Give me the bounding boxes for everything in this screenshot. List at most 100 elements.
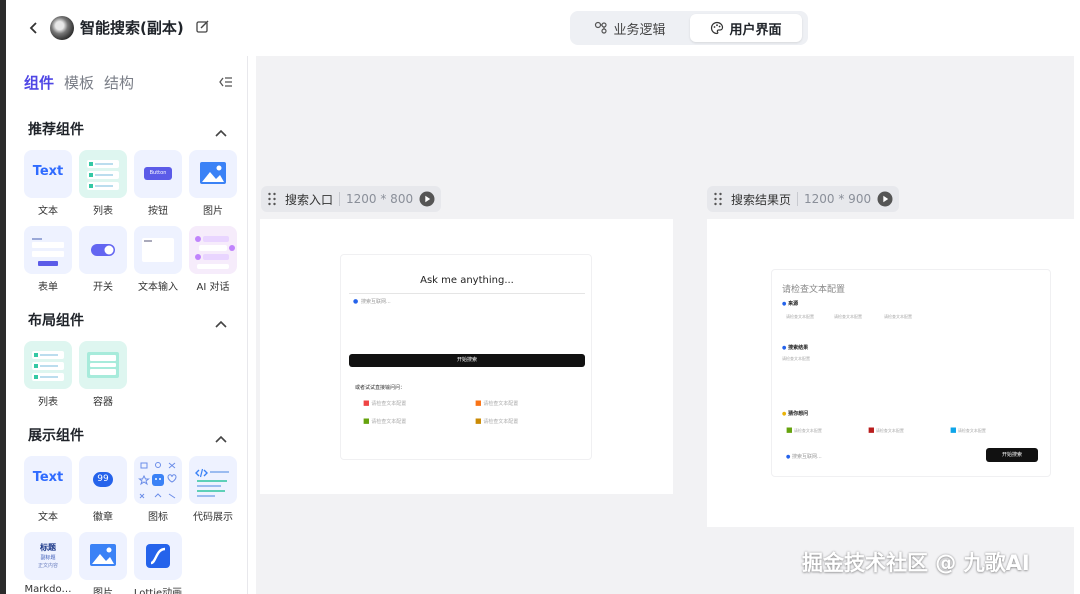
component-tile-icon[interactable] [134,456,182,504]
suggestion-item[interactable]: ■ 请检查文本配置 [363,417,406,425]
tile-label: 图标 [148,512,168,523]
section-title-layout: 布局组件 [28,313,84,329]
component-tile-display-text[interactable]: Text [24,456,72,504]
watermark: 掘金技术社区 @ 九歌AI [802,551,1030,575]
search-textarea[interactable]: ● 搜索互联网... [349,296,585,352]
component-tile-image[interactable] [189,150,237,198]
tab-label: 业务逻辑 [613,22,666,38]
drag-handle-icon[interactable] [267,192,277,206]
back-arrow-icon[interactable] [24,18,44,38]
mode-switch: 业务逻辑 用户界面 [570,11,808,45]
component-tile-markdown[interactable]: 标题 副标题 正文内容 [24,532,72,580]
tile-label: 文本 [38,512,58,523]
component-tile-layout-list[interactable] [24,341,72,389]
tile-text-preview: Text [32,164,64,179]
results-search-button[interactable]: 开始搜索 [986,448,1038,462]
related-item[interactable]: ■ 请检查文本配置 [786,426,822,434]
tile-label: 开关 [93,282,113,293]
tile-label: 列表 [93,206,113,217]
tile-label: 文本输入 [138,282,178,293]
search-card: Ask me anything... ● 搜索互联网... 开始搜索 或者试试直… [340,254,592,460]
source-item[interactable]: 请检查文本配置 [884,314,912,320]
artboard-search-entry[interactable]: Ask me anything... ● 搜索互联网... 开始搜索 或者试试直… [260,219,673,494]
tile-button-preview: Button [144,167,172,180]
component-tile-badge[interactable]: 99 [79,456,127,504]
start-search-button[interactable]: 开始搜索 [349,354,585,367]
top-bar: 智能搜索(副本) 业务逻辑 用户界面 [6,0,1080,56]
artboard-search-results[interactable]: 请检查文本配置 ● 来源 请检查文本配置 请检查文本配置 请检查文本配置 ● 搜… [707,219,1074,527]
app-title: 智能搜索(副本) [80,19,184,37]
drag-handle-icon[interactable] [713,192,723,206]
component-tile-lottie[interactable] [134,532,182,580]
suggestion-item[interactable]: ■ 请检查文本配置 [475,417,518,425]
results-card: 请检查文本配置 ● 来源 请检查文本配置 请检查文本配置 请检查文本配置 ● 搜… [771,269,1051,477]
suggestion-item[interactable]: ■ 请检查文本配置 [475,399,518,407]
tab-user-interface[interactable]: 用户界面 [690,14,802,42]
search-small-icon: ● [353,298,359,305]
play-icon[interactable] [877,191,893,207]
source-label: ● 来源 [782,301,799,307]
search-placeholder: 搜索互联网... [361,299,391,305]
tab-structure[interactable]: 结构 [104,72,134,93]
chevron-up-icon[interactable] [214,429,228,443]
chevron-up-icon[interactable] [214,314,228,328]
component-tile-display-image[interactable] [79,532,127,580]
app-avatar [50,16,74,40]
suggest-title: 或者试试直接输问问： [355,385,406,391]
tile-label: AI 对话 [196,282,230,293]
source-item[interactable]: 请检查文本配置 [834,314,862,320]
collapse-panel-icon[interactable] [218,74,234,88]
component-tile-list[interactable] [79,150,127,198]
component-tile-ai-chat[interactable] [189,226,237,274]
tile-badge-preview: 99 [93,472,113,487]
source-item[interactable]: 请检查文本配置 [786,314,814,320]
tab-business-logic[interactable]: 业务逻辑 [574,14,686,42]
md-sub-preview: 副标题 [40,555,56,561]
tile-label: Lottie动画 [133,588,183,594]
tile-label: 代码展示 [193,512,233,523]
page-size: 1200 * 800 [339,192,413,206]
page-name: 搜索入口 [285,192,334,207]
chevron-up-icon[interactable] [214,123,228,137]
flow-icon [595,21,608,34]
result-text: 请检查文本配置 [782,356,810,361]
component-tile-text[interactable]: Text [24,150,72,198]
search-heading: Ask me anything... [420,275,514,286]
edit-icon[interactable] [194,18,212,36]
md-title-preview: 标题 [40,543,56,552]
results-search-input[interactable]: ● 搜索互联网... [786,450,976,464]
tile-text-preview: Text [32,470,64,485]
tile-label: 表单 [38,282,58,293]
section-title-recommended: 推荐组件 [28,122,84,138]
palette-icon [711,21,724,35]
component-panel: 组件 模板 结构 推荐组件 Text 文本 列表 Button 按钮 图片 表单… [6,56,248,594]
component-tile-button[interactable]: Button [134,150,182,198]
design-canvas[interactable]: 搜索入口 1200 * 800 Ask me anything... ● 搜索互… [256,56,1074,594]
related-label: ● 猜你想问 [782,411,809,417]
tile-label: 文本 [38,206,58,217]
component-tile-text-input[interactable] [134,226,182,274]
page-chip-search-entry[interactable]: 搜索入口 1200 * 800 [261,186,442,212]
play-icon[interactable] [419,191,435,207]
tile-label: 按钮 [148,206,168,217]
results-page-title: 请检查文本配置 [782,285,846,295]
tile-label: 容器 [93,397,113,408]
panel-tabs: 组件 模板 结构 [24,72,134,93]
component-tile-container[interactable] [79,341,127,389]
page-name: 搜索结果页 [731,192,792,207]
section-title-display: 展示组件 [28,428,84,444]
tile-label: Markdo… [24,584,72,594]
component-tile-switch[interactable] [79,226,127,274]
page-size: 1200 * 900 [797,192,871,206]
related-item[interactable]: ■ 请检查文本配置 [868,426,904,434]
related-item[interactable]: ■ 请检查文本配置 [950,426,986,434]
tab-templates[interactable]: 模板 [64,72,94,93]
component-tile-code[interactable] [189,456,237,504]
tab-components[interactable]: 组件 [24,72,54,93]
component-tile-form[interactable] [24,226,72,274]
suggestion-item[interactable]: ■ 请检查文本配置 [363,399,406,407]
tab-label: 用户界面 [729,22,782,38]
tile-label: 列表 [38,397,58,408]
page-chip-search-results[interactable]: 搜索结果页 1200 * 900 [707,186,900,212]
tile-label: 徽章 [93,512,113,523]
